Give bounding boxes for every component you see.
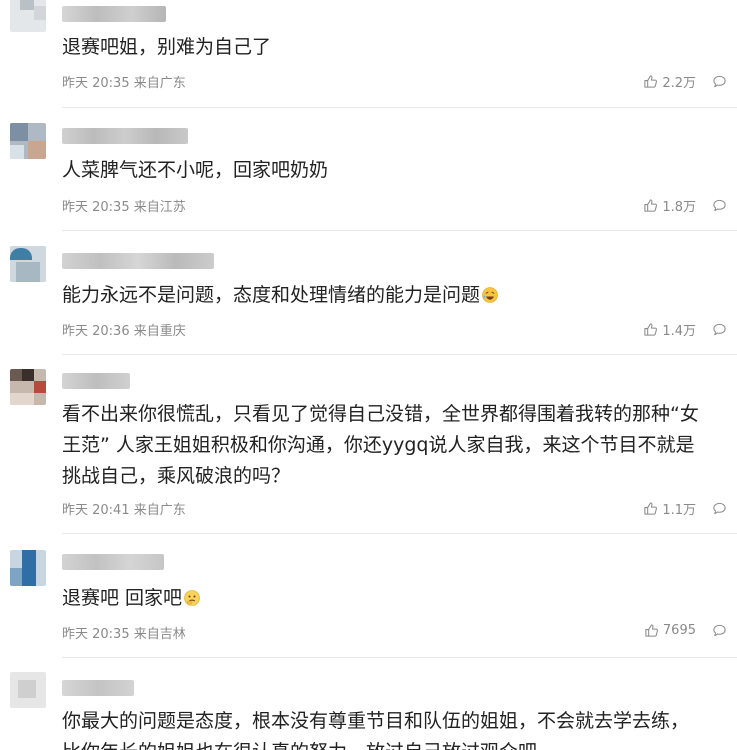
comment-location: 来自广东 <box>133 503 186 518</box>
comment-item: 能力永远不是问题，态度和处理情绪的能力是问题 昨天 20:36 来自重庆 1.4… <box>0 231 737 355</box>
comment-location: 来自重庆 <box>133 324 186 339</box>
comment-time: 昨天 20:41 <box>62 503 130 518</box>
comment-text: 退赛吧姐，别难为自己了 <box>62 36 272 58</box>
thumbs-up-icon[interactable] <box>643 501 658 516</box>
avatar[interactable] <box>10 369 46 405</box>
thumbs-up-icon[interactable] <box>643 198 658 213</box>
comment-bubble-icon[interactable] <box>712 623 727 638</box>
comment-text: 你最大的问题是态度，根本没有尊重节目和队伍的姐姐，不会就去学去练， 比你年长的姐… <box>62 710 690 750</box>
like-count[interactable]: 1.4万 <box>662 320 696 339</box>
avatar[interactable] <box>10 550 46 586</box>
comment-item: 退赛吧姐，别难为自己了 昨天 20:35 来自广东 2.2万 <box>0 0 737 108</box>
like-count[interactable]: 1.8万 <box>662 196 696 215</box>
like-count[interactable]: 2.2万 <box>662 72 696 91</box>
comment-item: 退赛吧 回家吧 昨天 20:35 来自吉林 7695 <box>0 534 737 658</box>
comment-item: 看不出来你很慌乱，只看见了觉得自己没错，全世界都得围着我转的那种“女 王范” 人… <box>0 355 737 534</box>
comment-time: 昨天 20:36 <box>62 324 130 339</box>
username-blurred[interactable] <box>62 373 130 389</box>
comment-item: 你最大的问题是态度，根本没有尊重节目和队伍的姐姐，不会就去学去练， 比你年长的姐… <box>0 658 737 750</box>
username-blurred[interactable] <box>62 6 166 22</box>
comment-feed: 退赛吧姐，别难为自己了 昨天 20:35 来自广东 2.2万 人菜脾气还不小呢，… <box>0 0 737 750</box>
comment-item: 人菜脾气还不小呢，回家吧奶奶 昨天 20:35 来自江苏 1.8万 <box>0 108 737 231</box>
comment-location: 来自广东 <box>133 76 186 91</box>
username-blurred[interactable] <box>62 554 164 570</box>
comment-meta: 昨天 20:41 来自广东 <box>62 499 186 518</box>
avatar[interactable] <box>10 123 46 159</box>
username-blurred[interactable] <box>62 680 134 696</box>
comment-actions: 1.1万 <box>643 499 727 518</box>
avatar[interactable] <box>10 672 46 708</box>
comment-meta: 昨天 20:35 来自吉林 <box>62 623 186 642</box>
username-blurred[interactable] <box>62 253 214 269</box>
comment-bubble-icon[interactable] <box>712 198 727 213</box>
comment-bubble-icon[interactable] <box>712 322 727 337</box>
avatar[interactable] <box>10 246 46 282</box>
comment-meta: 昨天 20:36 来自重庆 <box>62 320 186 339</box>
laughing-tears-emoji <box>482 282 498 303</box>
thumbs-up-icon[interactable] <box>643 322 658 337</box>
comment-location: 来自吉林 <box>133 627 186 642</box>
comment-actions: 1.8万 <box>643 196 727 215</box>
comment-text: 人菜脾气还不小呢，回家吧奶奶 <box>62 159 329 181</box>
comment-bubble-icon[interactable] <box>712 74 727 89</box>
thumbs-up-icon[interactable] <box>644 623 659 638</box>
comment-location: 来自江苏 <box>133 200 186 215</box>
comment-text: 能力永远不是问题，态度和处理情绪的能力是问题 <box>62 280 723 311</box>
comment-meta: 昨天 20:35 来自广东 <box>62 72 186 91</box>
comment-text: 看不出来你很慌乱，只看见了觉得自己没错，全世界都得围着我转的那种“女 王范” 人… <box>62 403 699 487</box>
thinking-emoji <box>184 585 200 606</box>
comment-time: 昨天 20:35 <box>62 76 130 91</box>
comment-time: 昨天 20:35 <box>62 200 130 215</box>
comment-bubble-icon[interactable] <box>712 501 727 516</box>
comment-actions: 7695 <box>644 623 727 638</box>
username-blurred[interactable] <box>62 128 188 144</box>
comment-text: 退赛吧 回家吧 <box>62 583 723 614</box>
comment-meta: 昨天 20:35 来自江苏 <box>62 196 186 215</box>
comment-actions: 1.4万 <box>643 320 727 339</box>
comment-time: 昨天 20:35 <box>62 627 130 642</box>
thumbs-up-icon[interactable] <box>643 74 658 89</box>
like-count[interactable]: 1.1万 <box>662 499 696 518</box>
avatar[interactable] <box>10 0 46 32</box>
comment-actions: 2.2万 <box>643 72 727 91</box>
like-count[interactable]: 7695 <box>663 623 696 638</box>
